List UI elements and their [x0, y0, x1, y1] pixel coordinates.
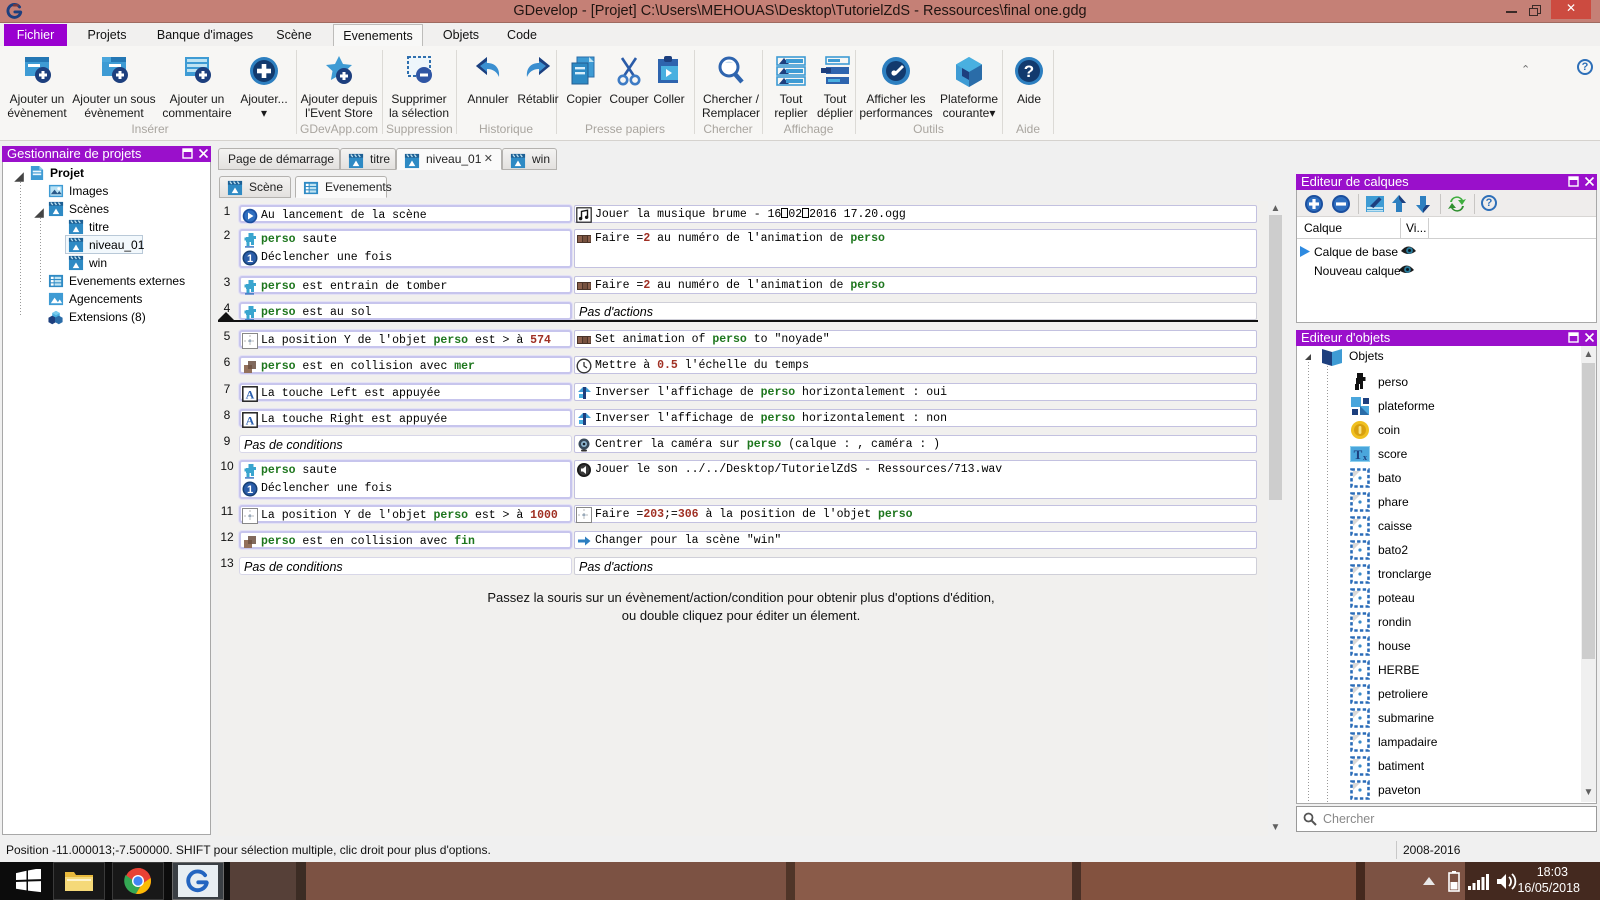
svg-text:x: x: [1363, 453, 1367, 462]
svg-text:1: 1: [247, 253, 253, 265]
svg-text:A: A: [246, 414, 255, 428]
svg-text:T: T: [1354, 447, 1363, 462]
svg-text:1: 1: [247, 484, 253, 496]
svg-text:?: ?: [1024, 62, 1034, 81]
svg-text:A: A: [246, 388, 255, 402]
